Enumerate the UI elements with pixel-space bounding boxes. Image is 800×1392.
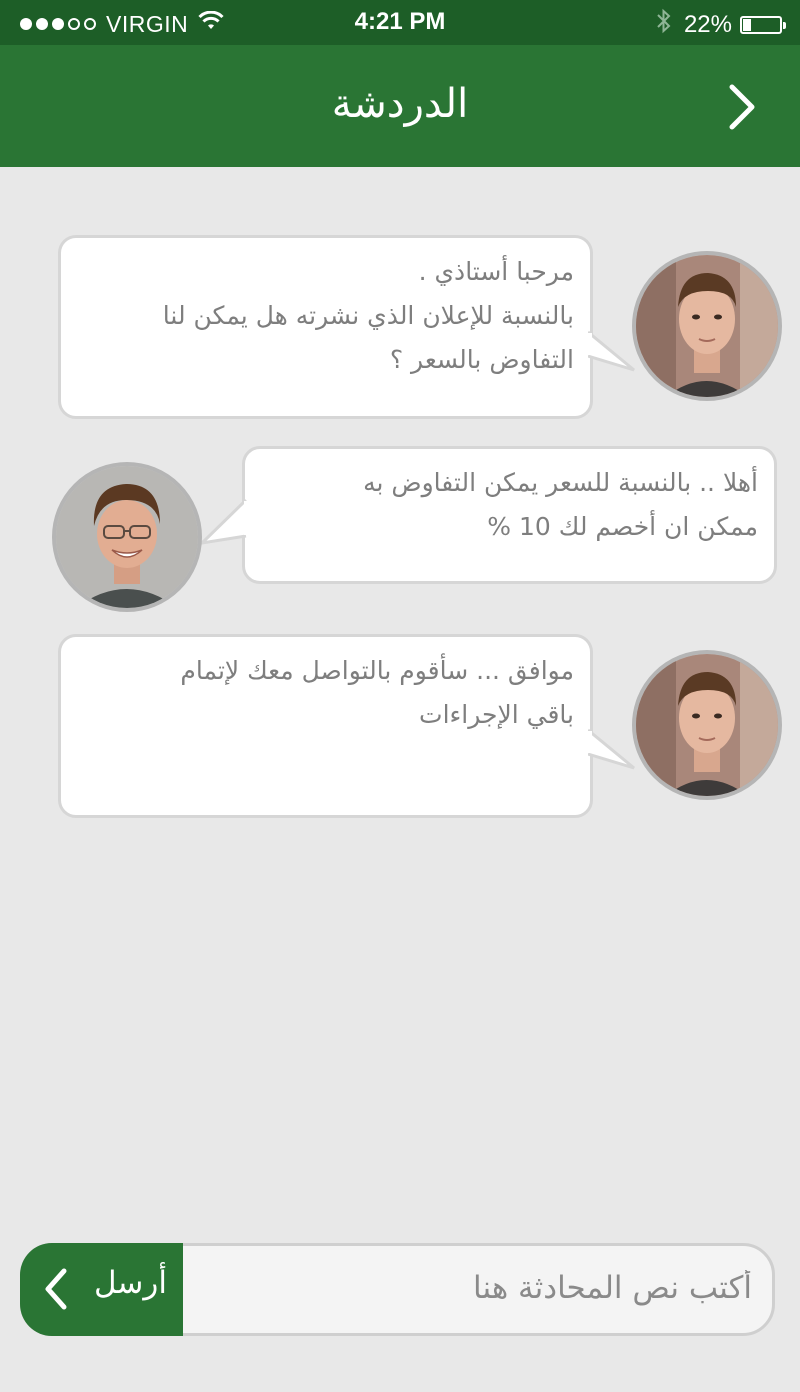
- status-bar: VIRGIN 4:21 PM 22%: [0, 0, 800, 45]
- header-bar: الدردشة: [0, 45, 800, 167]
- send-button-label: أرسل: [93, 1265, 167, 1301]
- bubble-tail: [588, 728, 635, 770]
- message-line: التفاوض بالسعر ؟: [389, 345, 574, 374]
- chevron-right-icon: [729, 84, 755, 130]
- battery-percentage: 22%: [683, 10, 732, 38]
- message-input[interactable]: [190, 1249, 754, 1327]
- message-line: بالنسبة للإعلان الذي نشرته هل يمكن لنا: [162, 301, 574, 330]
- avatar[interactable]: [632, 251, 782, 401]
- bubble-tail: [588, 330, 635, 372]
- message-composer: أرسل: [20, 1243, 775, 1336]
- bubble-tail: [198, 498, 248, 546]
- message-line: موافق ... سأقوم بالتواصل معك لإتمام: [180, 656, 574, 685]
- send-button[interactable]: أرسل: [20, 1243, 183, 1336]
- back-button[interactable]: [724, 83, 760, 131]
- battery-level: [743, 18, 751, 31]
- message-bubble: أهلا .. بالنسبة للسعر يمكن التفاوض به مم…: [242, 446, 777, 584]
- page-title: الدردشة: [331, 81, 469, 127]
- message-line: أهلا .. بالنسبة للسعر يمكن التفاوض به: [363, 468, 758, 497]
- message-bubble: موافق ... سأقوم بالتواصل معك لإتمام باقي…: [58, 634, 593, 818]
- avatar[interactable]: [632, 650, 782, 800]
- avatar[interactable]: [52, 462, 202, 612]
- bluetooth-icon: [656, 8, 672, 41]
- message-line: مرحبا أستاذي .: [418, 257, 574, 286]
- message-line: ممكن ان أخصم لك 10 %: [487, 512, 758, 541]
- battery-icon: [740, 15, 786, 34]
- message-bubble: مرحبا أستاذي . بالنسبة للإعلان الذي نشرت…: [58, 235, 593, 419]
- message-line: باقي الإجراءات: [419, 700, 574, 729]
- chevron-left-icon: [45, 1268, 67, 1310]
